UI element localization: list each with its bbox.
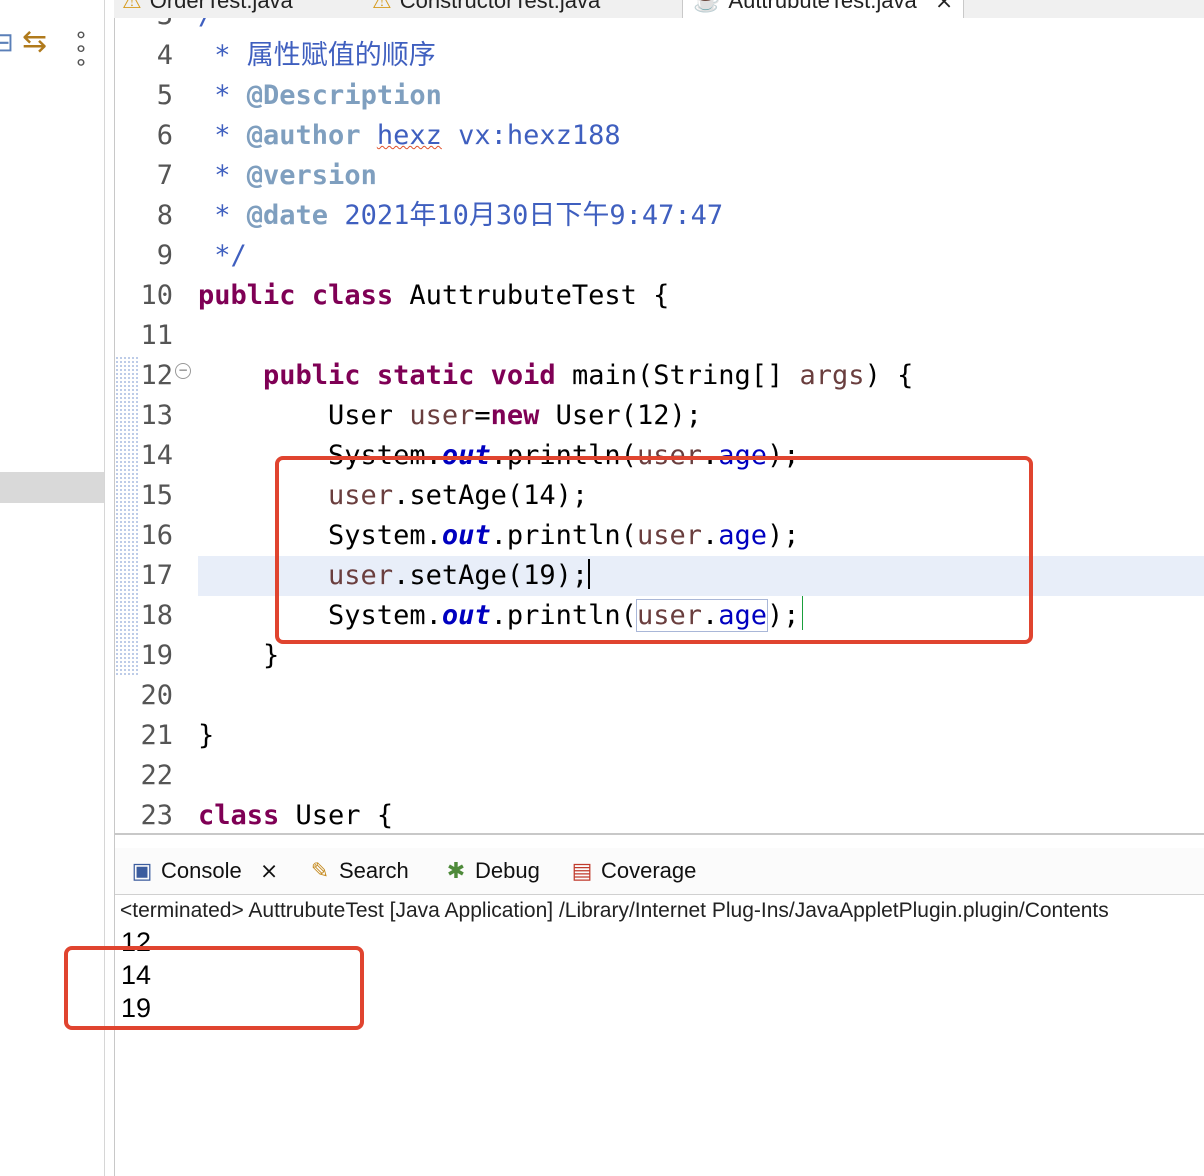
code-text: * @Description	[198, 80, 442, 111]
package-explorer-selected-row[interactable]	[0, 472, 104, 503]
tab-label: OrderTest.java	[149, 0, 293, 13]
tab-coverage[interactable]: ▤ Coverage	[567, 854, 697, 888]
code-line[interactable]: 20	[115, 676, 1204, 716]
code-text: class User {	[198, 800, 394, 831]
line-number: 23	[140, 800, 173, 831]
code-text: public static void main(String[] args) {	[263, 360, 914, 391]
tab-debug[interactable]: ✱ Debug	[441, 854, 540, 888]
line-number: 22	[140, 760, 173, 791]
annotation-highlight-box	[275, 456, 1033, 644]
line-number: 10	[140, 280, 173, 311]
line-number: 11	[140, 320, 173, 351]
line-number: 16	[140, 520, 173, 551]
warning-icon: ⚠	[372, 0, 392, 13]
debug-bug-icon: ✱	[446, 858, 466, 883]
tab-label: Debug	[475, 858, 540, 883]
line-number: 20	[140, 680, 173, 711]
code-text: /**	[198, 18, 247, 36]
tab-label: AuttrubuteTest.java	[728, 0, 917, 13]
tab-search[interactable]: ✎ Search	[305, 854, 409, 888]
line-number: 5	[156, 80, 173, 111]
code-text: }	[198, 640, 280, 671]
tab-label: ConstructorTest.java	[399, 0, 601, 13]
coverage-icon: ▤	[571, 858, 593, 883]
close-tab-icon[interactable]: ⨯	[260, 858, 278, 883]
tab-ordertest[interactable]: ⚠ OrderTest.java	[122, 0, 293, 16]
code-line[interactable]: 13 User user=new User(12);	[115, 396, 1204, 436]
code-line[interactable]: 12 − public static void main(String[] ar…	[115, 356, 1204, 396]
code-line[interactable]: 21 }	[115, 716, 1204, 756]
code-text: public class AuttrubuteTest {	[198, 280, 670, 311]
code-line[interactable]: 11	[115, 316, 1204, 356]
code-text: * @version	[198, 160, 377, 191]
line-number: 19	[140, 640, 173, 671]
java-editor[interactable]: 3 /** 4 * 属性赋值的顺序 5 * @Description 6 * @…	[115, 18, 1204, 833]
code-line[interactable]: 9 */	[115, 236, 1204, 276]
code-line[interactable]: 6 * @author hexz vx:hexz188	[115, 116, 1204, 156]
console-view-tabs: ▣ Console ⨯ ✎ Search ✱ Debug ▤ Coverage	[115, 848, 1204, 895]
tab-label: Coverage	[601, 858, 697, 883]
code-text: }	[198, 720, 215, 751]
collapse-fold-icon[interactable]: −	[175, 363, 191, 379]
code-line[interactable]: 4 * 属性赋值的顺序	[115, 36, 1204, 76]
close-tab-icon[interactable]: ⨯	[935, 0, 953, 13]
code-line[interactable]: 7 * @version	[115, 156, 1204, 196]
tab-label: Console	[161, 858, 242, 883]
code-line[interactable]: 5 * @Description	[115, 76, 1204, 116]
line-number: 17	[140, 560, 173, 591]
code-line[interactable]: 23 class User {	[115, 796, 1204, 833]
line-number: 14	[140, 440, 173, 471]
spelling-warning: hexz	[376, 120, 442, 151]
editor-bottom-border	[115, 833, 1204, 835]
line-number: 21	[140, 720, 173, 751]
view-menu-icon[interactable]: ∘∘∘	[69, 28, 94, 69]
line-number: 12	[140, 360, 173, 391]
code-text: * @date 2021年10月30日下午9:47:47	[198, 200, 724, 231]
annotation-highlight-box	[64, 946, 364, 1030]
line-number: 3	[115, 18, 173, 36]
line-number: 9	[156, 240, 173, 271]
code-text: * 属性赋值的顺序	[198, 40, 436, 71]
code-line[interactable]: 8 * @date 2021年10月30日下午9:47:47	[115, 196, 1204, 236]
line-number: 15	[140, 480, 173, 511]
line-number: 6	[156, 120, 173, 151]
line-number: 7	[156, 160, 173, 191]
code-text: */	[198, 240, 247, 271]
editor-tab-strip: ⚠ OrderTest.java ⚠ ConstructorTest.java ☕ A…	[114, 0, 1204, 19]
line-number: 8	[156, 200, 173, 231]
code-line[interactable]: 22	[115, 756, 1204, 796]
line-number: 4	[156, 40, 173, 71]
tab-auttrubutetest[interactable]: ☕ AuttrubuteTest.java ⨯	[682, 0, 965, 18]
line-number: 18	[140, 600, 173, 631]
java-file-icon: ☕	[693, 0, 721, 13]
line-number: 13	[140, 400, 173, 431]
code-line[interactable]: 10 public class AuttrubuteTest {	[115, 276, 1204, 316]
console-process-title: <terminated> AuttrubuteTest [Java Applic…	[120, 896, 1204, 927]
code-text: * @author hexz vx:hexz188	[198, 120, 621, 151]
tab-constructortest[interactable]: ⚠ ConstructorTest.java	[372, 0, 600, 16]
link-with-editor-icon[interactable]: ⇆	[22, 24, 47, 60]
warning-icon: ⚠	[122, 0, 142, 13]
tab-console[interactable]: ▣ Console ⨯	[127, 854, 279, 888]
search-flashlight-icon: ✎	[310, 858, 330, 883]
code-text: User user=new User(12);	[198, 400, 702, 431]
collapse-all-icon[interactable]: ⊟	[0, 24, 14, 60]
code-line[interactable]: 3 /**	[115, 18, 1204, 36]
console-icon: ▣	[131, 858, 153, 883]
tab-label: Search	[339, 858, 409, 883]
